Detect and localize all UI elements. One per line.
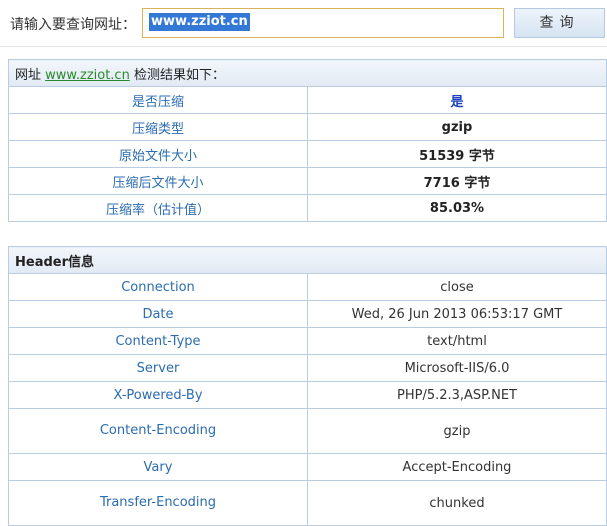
divider xyxy=(0,46,607,47)
header-key: Connection xyxy=(8,273,308,301)
url-input-value: www.zziot.cn xyxy=(149,13,250,31)
result-value: gzip xyxy=(307,113,607,141)
result-key: 是否压缩 xyxy=(8,86,308,114)
result-header: 网址 www.zziot.cn 检测结果如下： xyxy=(8,59,607,87)
result-key: 压缩后文件大小 xyxy=(8,167,308,195)
result-key: 压缩率（估计值） xyxy=(8,194,308,222)
query-button[interactable]: 查询 xyxy=(514,8,605,38)
header-row: Vary Accept-Encoding xyxy=(8,453,607,481)
result-row: 原始文件大小 51539 字节 xyxy=(8,140,607,168)
header-value: Accept-Encoding xyxy=(307,453,607,481)
result-value: 85.03% xyxy=(307,194,607,222)
header-key: Content-Encoding xyxy=(8,408,308,454)
result-value: 51539 字节 xyxy=(307,140,607,168)
result-suffix: 检测结果如下： xyxy=(133,67,225,83)
header-key: Date xyxy=(8,300,308,328)
result-row: 压缩后文件大小 7716 字节 xyxy=(8,167,607,195)
query-bar: 请输入要查询网址： www.zziot.cn 查询 xyxy=(0,0,607,46)
result-key: 压缩类型 xyxy=(8,113,308,141)
header-value: close xyxy=(307,273,607,301)
result-value: 7716 字节 xyxy=(307,167,607,195)
header-value: chunked xyxy=(307,480,607,526)
result-prefix: 网址 xyxy=(15,67,42,83)
query-label: 请输入要查询网址： xyxy=(10,17,136,33)
header-value: PHP/5.2.3,ASP.NET xyxy=(307,381,607,409)
header-row: Server Microsoft-IIS/6.0 xyxy=(8,354,607,382)
result-value: 是 xyxy=(307,86,607,114)
result-row: 压缩类型 gzip xyxy=(8,113,607,141)
header-key: Transfer-Encoding xyxy=(8,480,308,526)
url-input[interactable]: www.zziot.cn xyxy=(142,8,504,38)
header-key: Vary xyxy=(8,453,308,481)
header-title: Header信息 xyxy=(8,246,607,274)
header-row: Connection close xyxy=(8,273,607,301)
header-row: Transfer-Encoding chunked xyxy=(8,480,607,526)
header-table: Header信息 Connection close Date Wed, 26 J… xyxy=(8,246,607,526)
header-key: Content-Type xyxy=(8,327,308,355)
header-key: Server xyxy=(8,354,308,382)
header-key: X-Powered-By xyxy=(8,381,308,409)
result-row: 是否压缩 是 xyxy=(8,86,607,114)
header-row: X-Powered-By PHP/5.2.3,ASP.NET xyxy=(8,381,607,409)
result-row: 压缩率（估计值） 85.03% xyxy=(8,194,607,222)
header-row: Content-Encoding gzip xyxy=(8,408,607,454)
header-value: Wed, 26 Jun 2013 06:53:17 GMT xyxy=(307,300,607,328)
header-value: gzip xyxy=(307,408,607,454)
result-table: 网址 www.zziot.cn 检测结果如下： 是否压缩 是 压缩类型 gzip… xyxy=(8,59,607,222)
header-row: Date Wed, 26 Jun 2013 06:53:17 GMT xyxy=(8,300,607,328)
header-value: Microsoft-IIS/6.0 xyxy=(307,354,607,382)
result-key: 原始文件大小 xyxy=(8,140,308,168)
result-site-link[interactable]: www.zziot.cn xyxy=(45,68,130,83)
header-row: Content-Type text/html xyxy=(8,327,607,355)
header-value: text/html xyxy=(307,327,607,355)
